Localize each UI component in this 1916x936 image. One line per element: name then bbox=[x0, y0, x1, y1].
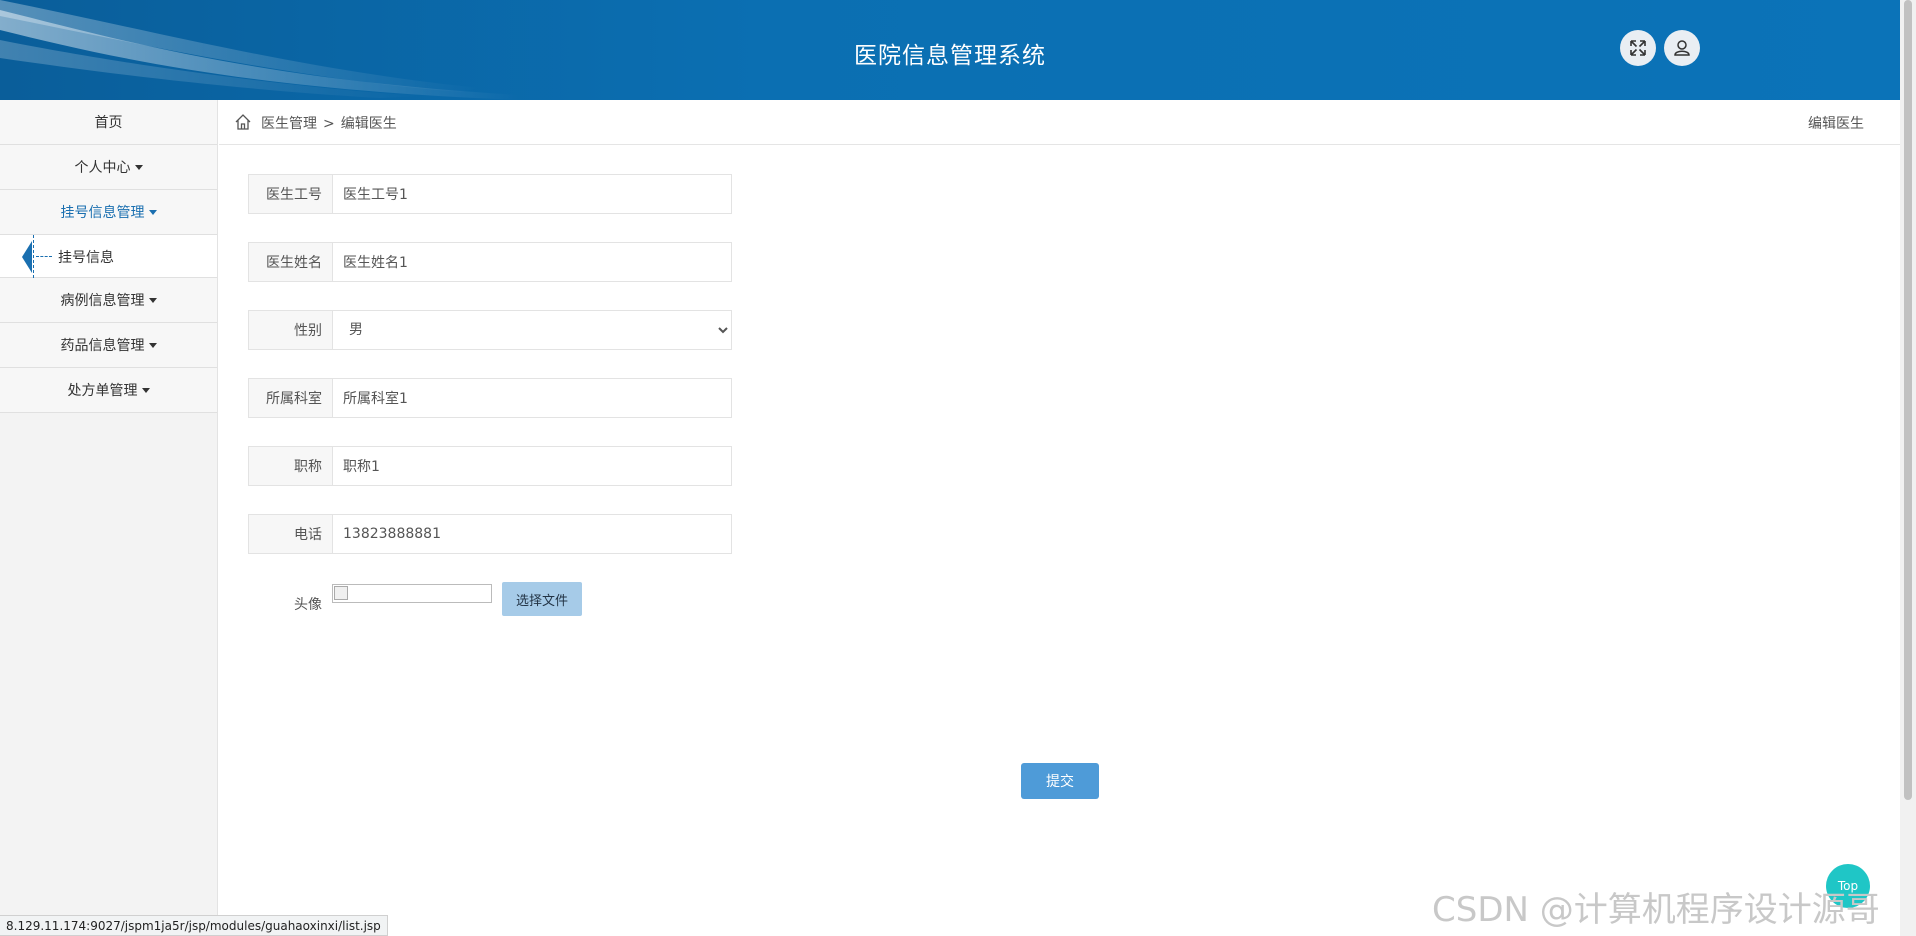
gender-select[interactable]: 男 bbox=[333, 311, 731, 349]
doctor-name-input[interactable] bbox=[333, 243, 731, 281]
broken-image-icon bbox=[334, 586, 348, 600]
title-row: 职称 bbox=[248, 446, 732, 486]
submit-button[interactable]: 提交 bbox=[1021, 763, 1099, 799]
breadcrumb-current: 编辑医生 bbox=[340, 116, 397, 132]
sidebar-item-label: 病例信息管理 bbox=[60, 293, 145, 309]
breadcrumb-trail: 医生管理 > 编辑医生 bbox=[261, 113, 403, 133]
doctor-name-row: 医生姓名 bbox=[248, 242, 732, 282]
page-scrollbar[interactable] bbox=[1900, 0, 1916, 936]
sidebar-item-label: 药品信息管理 bbox=[60, 338, 145, 354]
user-icon bbox=[1674, 40, 1690, 56]
expand-arrows-icon bbox=[1630, 40, 1646, 56]
breadcrumb-separator: > bbox=[323, 116, 335, 132]
doctor-id-input[interactable] bbox=[333, 175, 731, 213]
user-menu-button[interactable] bbox=[1664, 30, 1700, 66]
phone-label: 电话 bbox=[249, 515, 333, 553]
status-url: 8.129.11.174:9027/jspm1ja5r/jsp/modules/… bbox=[0, 915, 388, 936]
sidebar-item-label: 处方单管理 bbox=[67, 383, 138, 399]
caret-down-icon bbox=[141, 387, 150, 393]
sidebar-item-personal-center[interactable]: 个人中心 bbox=[0, 145, 217, 190]
avatar-image-preview bbox=[332, 584, 492, 603]
caret-down-icon bbox=[148, 342, 157, 348]
active-marker-icon bbox=[22, 241, 32, 273]
page-title: 编辑医生 bbox=[1808, 116, 1864, 132]
gender-row: 性别 男 bbox=[248, 310, 732, 350]
scrollbar-thumb[interactable] bbox=[1904, 0, 1912, 800]
avatar-row: 头像 选择文件 bbox=[248, 582, 732, 622]
doctor-id-row: 医生工号 bbox=[248, 174, 732, 214]
sidebar-item-label: 挂号信息管理 bbox=[60, 205, 145, 221]
home-icon[interactable] bbox=[234, 113, 252, 131]
tree-line bbox=[36, 256, 52, 257]
sidebar-item-case-management[interactable]: 病例信息管理 bbox=[0, 278, 217, 323]
department-label: 所属科室 bbox=[249, 379, 333, 417]
caret-down-icon bbox=[134, 164, 143, 170]
doctor-id-label: 医生工号 bbox=[249, 175, 333, 213]
doctor-name-label: 医生姓名 bbox=[249, 243, 333, 281]
sidebar-subitem-label: 挂号信息 bbox=[58, 250, 114, 266]
tree-line bbox=[33, 235, 34, 278]
watermark: CSDN @计算机程序设计源哥 bbox=[1432, 890, 1880, 930]
caret-down-icon bbox=[148, 297, 157, 303]
sidebar-item-label: 个人中心 bbox=[74, 160, 131, 176]
sidebar-item-label: 首页 bbox=[94, 115, 123, 131]
sidebar-item-prescription-management[interactable]: 处方单管理 bbox=[0, 368, 217, 413]
fullscreen-button[interactable] bbox=[1620, 30, 1656, 66]
sidebar-item-registration-management[interactable]: 挂号信息管理 bbox=[0, 190, 217, 235]
sidebar: 首页 个人中心 挂号信息管理 挂号信息 病例信息管理 药品信息管理 处方单管理 bbox=[0, 100, 218, 936]
caret-down-icon bbox=[148, 209, 157, 215]
phone-row: 电话 bbox=[248, 514, 732, 554]
header-bar: 医院信息管理系统 bbox=[0, 0, 1900, 100]
phone-input[interactable] bbox=[333, 515, 731, 553]
title-label: 职称 bbox=[249, 447, 333, 485]
breadcrumb-section[interactable]: 医生管理 bbox=[261, 116, 317, 132]
gender-label: 性别 bbox=[249, 311, 333, 349]
sidebar-item-home[interactable]: 首页 bbox=[0, 100, 217, 145]
title-input[interactable] bbox=[333, 447, 731, 485]
department-row: 所属科室 bbox=[248, 378, 732, 418]
app-title: 医院信息管理系统 bbox=[854, 43, 1046, 69]
breadcrumb: 医生管理 > 编辑医生 编辑医生 bbox=[219, 100, 1900, 145]
avatar-label: 头像 bbox=[294, 597, 322, 613]
sidebar-subitem-registration-info[interactable]: 挂号信息 bbox=[0, 235, 217, 278]
sidebar-item-drug-management[interactable]: 药品信息管理 bbox=[0, 323, 217, 368]
department-input[interactable] bbox=[333, 379, 731, 417]
choose-file-button[interactable]: 选择文件 bbox=[502, 582, 582, 616]
